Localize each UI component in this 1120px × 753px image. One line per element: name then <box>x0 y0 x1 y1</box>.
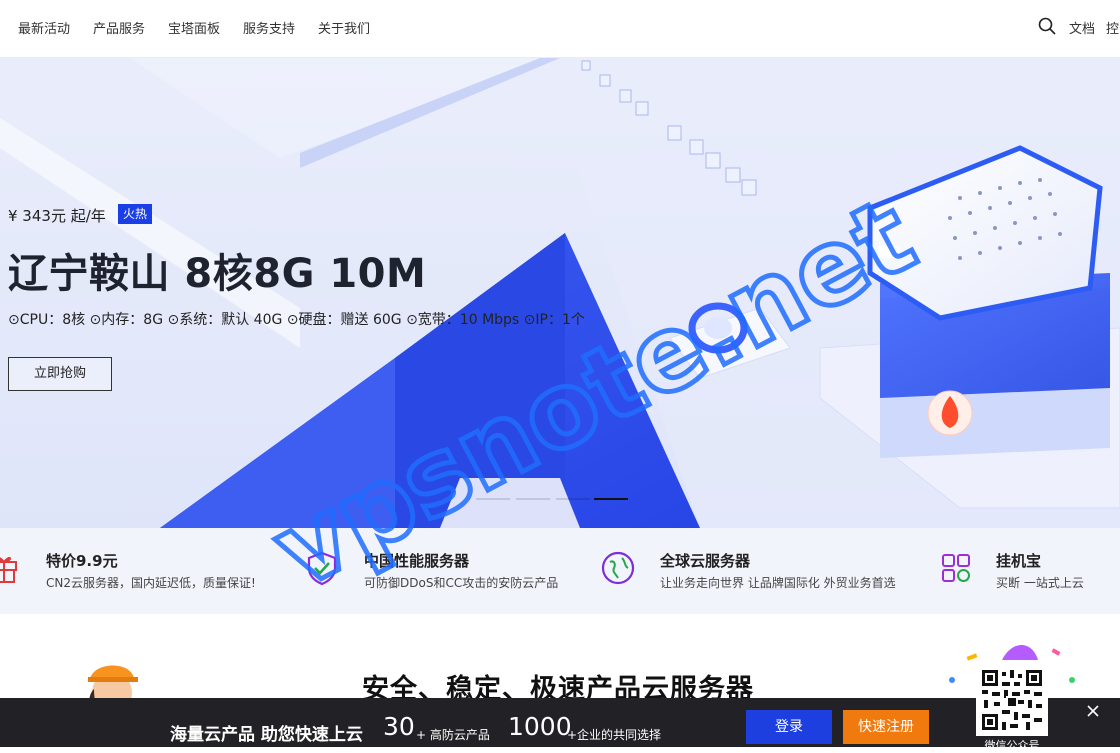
feature-item-performance[interactable]: 中国性能服务器 可防御DDoS和CC攻击的安防云产品 <box>300 528 590 614</box>
feature-item-sale[interactable]: 特价9.9元 CN2云服务器，国内延迟低，质量保证! <box>0 528 280 614</box>
wechat-qr-code <box>976 664 1048 736</box>
feature-item-global[interactable]: 全球云服务器 让业务走向世界 让品牌国际化 外贸业务首选 <box>598 528 918 614</box>
feature-item-hosting[interactable]: 挂机宝 买断 一站式上云 <box>936 528 1120 614</box>
register-button[interactable]: 快速注册 <box>843 710 929 744</box>
nav-about[interactable]: 关于我们 <box>318 18 370 37</box>
feature-desc: CN2云服务器，国内延迟低，质量保证! <box>46 576 256 590</box>
feature-desc: 买断 一站式上云 <box>996 576 1084 590</box>
hero-specs: ⊙CPU：8核 ⊙内存：8G ⊙系统：默认 40G ⊙硬盘：赠送 60G ⊙宽带… <box>8 312 585 328</box>
feature-title: 全球云服务器 <box>660 552 751 570</box>
stat-products-label: + 高防云产品 <box>416 728 490 742</box>
feature-title: 特价9.9元 <box>46 552 118 570</box>
nav-latest-activity[interactable]: 最新活动 <box>18 18 70 37</box>
hero-title: 辽宁鞍山 8核8G 10M <box>8 251 427 297</box>
qr-label: 微信公众号 <box>984 739 1040 752</box>
search-icon[interactable] <box>1038 17 1056 35</box>
top-nav: 最新活动 产品服务 宝塔面板 服务支持 关于我们 文档 控 <box>0 0 1120 58</box>
wechat-qr-card: 微信公众号 <box>949 645 1075 752</box>
nav-products[interactable]: 产品服务 <box>93 18 145 37</box>
carousel-dot[interactable] <box>556 498 590 500</box>
nav-bt-panel[interactable]: 宝塔面板 <box>168 18 220 37</box>
shield-check-icon <box>307 551 337 586</box>
feature-desc: 可防御DDoS和CC攻击的安防云产品 <box>364 576 559 590</box>
promo-slogan: 海量云产品 助您快速上云 <box>170 725 363 745</box>
carousel-dot[interactable] <box>516 498 550 500</box>
feature-strip: 特价9.9元 CN2云服务器，国内延迟低，质量保证! 中国性能服务器 可防御DD… <box>0 528 1120 614</box>
hero-banner[interactable]: ¥ 343元 起/年 火热 辽宁鞍山 8核8G 10M ⊙CPU：8核 ⊙内存：… <box>0 58 1120 528</box>
buy-now-button[interactable]: 立即抢购 <box>8 357 112 391</box>
hot-badge: 火热 <box>118 204 153 224</box>
stat-enterprises-number: 1000 <box>508 712 572 741</box>
feature-title: 中国性能服务器 <box>364 552 470 570</box>
nav-console[interactable]: 控 <box>1106 18 1119 37</box>
feature-title: 挂机宝 <box>996 552 1042 570</box>
feature-desc: 让业务走向世界 让品牌国际化 外贸业务首选 <box>660 576 896 590</box>
gift-icon <box>0 556 17 583</box>
nav-docs[interactable]: 文档 <box>1069 18 1095 37</box>
carousel-dot[interactable] <box>476 498 510 500</box>
close-icon[interactable] <box>1085 703 1101 719</box>
hero-price: ¥ 343元 起/年 <box>8 207 106 225</box>
stat-enterprises-label: +企业的共同选择 <box>567 728 662 742</box>
carousel-dot-active[interactable] <box>594 498 628 500</box>
stat-products-number: 30 <box>383 712 415 741</box>
globe-icon <box>601 551 635 585</box>
login-button[interactable]: 登录 <box>746 710 832 744</box>
nav-support[interactable]: 服务支持 <box>243 18 295 37</box>
apps-grid-icon <box>942 554 970 582</box>
